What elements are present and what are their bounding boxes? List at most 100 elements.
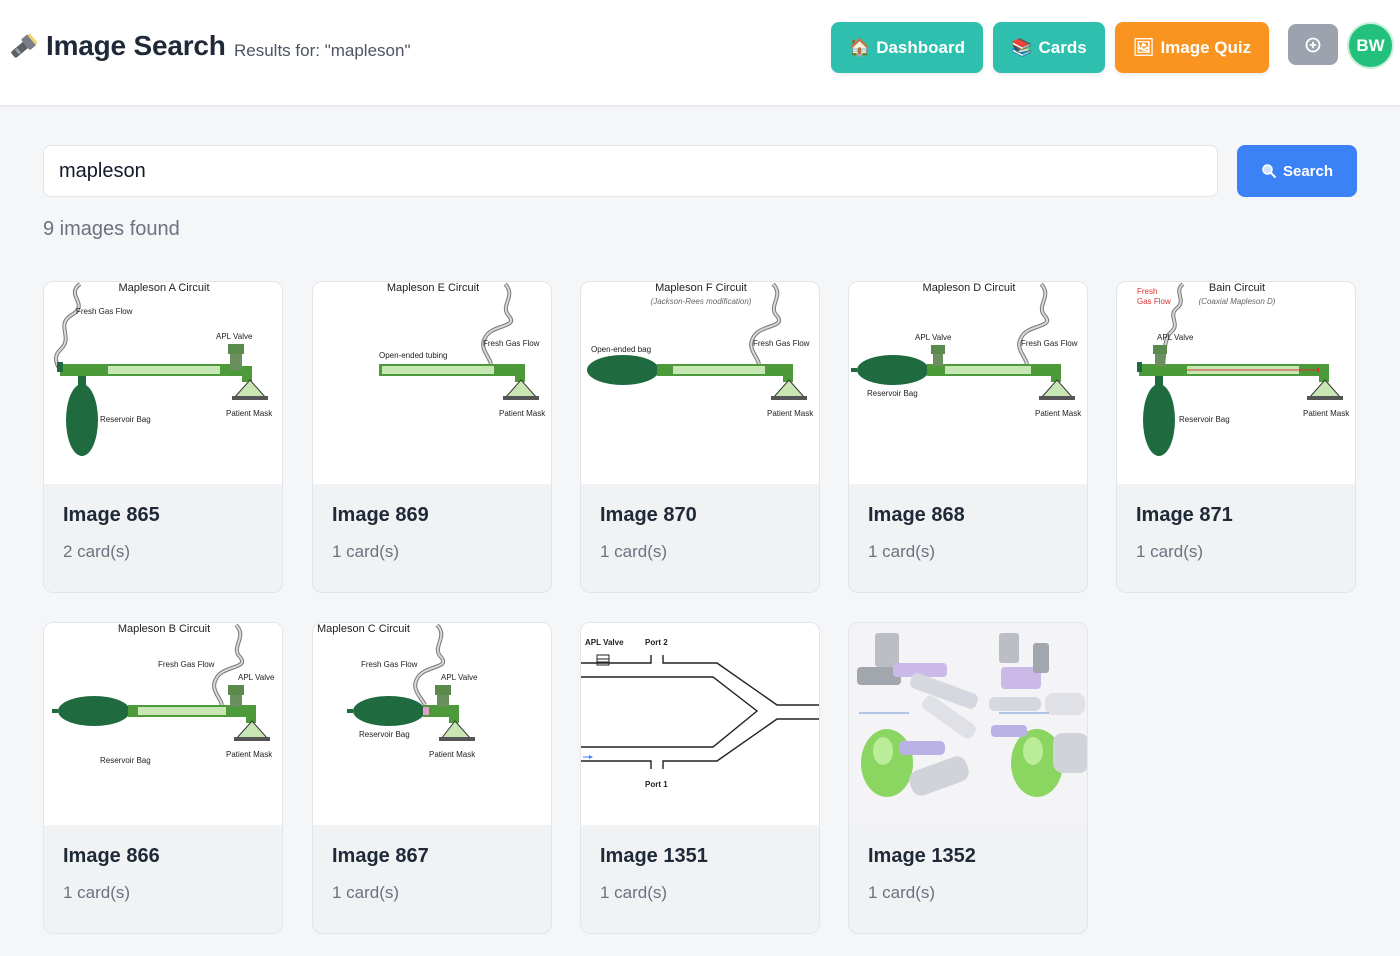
svg-text:Reservoir Bag: Reservoir Bag <box>100 756 151 765</box>
card-count: 1 card(s) <box>1136 542 1204 561</box>
svg-text:Mapleson B Circuit: Mapleson B Circuit <box>118 623 210 635</box>
svg-text:APL Valve: APL Valve <box>585 638 624 647</box>
svg-text:Fresh Gas Flow: Fresh Gas Flow <box>483 339 540 348</box>
card-title: Image 871 <box>1136 504 1233 526</box>
mapleson-a-diagram: Mapleson A Circuit Fresh Gas Flow APL Va… <box>53 282 273 456</box>
plus-circle-icon <box>1305 37 1321 52</box>
cards-label: Cards <box>1038 37 1087 57</box>
svg-text:(Coaxial Mapleson D): (Coaxial Mapleson D) <box>1199 297 1276 306</box>
cards-button[interactable]: 📚 Cards <box>993 22 1105 73</box>
search-button-label: Search <box>1282 162 1334 180</box>
card-title: Image 1351 <box>600 845 708 867</box>
svg-text:Mapleson D Circuit: Mapleson D Circuit <box>923 282 1016 294</box>
card-title: Image 1352 <box>868 845 976 867</box>
top-header: Image Search Results for: "mapleson" 🏠 D… <box>0 0 1400 106</box>
search-button[interactable]: Search <box>1237 145 1357 197</box>
mapleson-b-diagram: Mapleson B Circuit Fresh Gas Flow APL Va… <box>52 623 275 765</box>
image-card[interactable]: Mapleson C Circuit Fresh Gas Flow APL Va… <box>312 622 552 934</box>
image-card[interactable]: Mapleson F Circuit (Jackson-Rees modific… <box>580 281 820 593</box>
svg-text:Patient Mask: Patient Mask <box>1303 409 1350 418</box>
dashboard-button[interactable]: 🏠 Dashboard <box>831 22 983 73</box>
svg-text:Reservoir Bag: Reservoir Bag <box>100 415 151 424</box>
svg-text:Open-ended bag: Open-ended bag <box>591 345 651 354</box>
svg-text:(Jackson-Rees modification): (Jackson-Rees modification) <box>651 297 752 306</box>
svg-text:Port 1: Port 1 <box>645 780 668 789</box>
image-card[interactable]: Mapleson D Circuit Fresh Gas Flow APL Va… <box>848 281 1088 593</box>
card-title: Image 869 <box>332 504 429 526</box>
svg-text:Reservoir Bag: Reservoir Bag <box>359 730 410 739</box>
results-subtitle: Results for: "mapleson" <box>234 41 411 60</box>
card-thumbnail <box>849 623 1087 825</box>
card-thumbnail: Mapleson E Circuit Fresh Gas Flow Open-e… <box>313 282 551 484</box>
card-thumbnail: Bain Circuit (Coaxial Mapleson D) Fresh … <box>1117 282 1355 484</box>
svg-text:Patient Mask: Patient Mask <box>499 409 546 418</box>
card-title: Image 867 <box>332 845 429 867</box>
card-count: 1 card(s) <box>63 883 131 902</box>
svg-text:Fresh Gas Flow: Fresh Gas Flow <box>76 307 133 316</box>
card-thumbnail: Mapleson B Circuit Fresh Gas Flow APL Va… <box>44 623 282 825</box>
card-count: 1 card(s) <box>868 542 936 561</box>
card-thumbnail: Mapleson D Circuit Fresh Gas Flow APL Va… <box>849 282 1087 484</box>
card-count: 1 card(s) <box>332 542 400 561</box>
card-title: Image 868 <box>868 504 965 526</box>
svg-text:Fresh Gas Flow: Fresh Gas Flow <box>1021 339 1078 348</box>
search-input[interactable] <box>43 145 1218 197</box>
flashlight-icon <box>11 33 38 58</box>
card-title: Image 865 <box>63 504 160 526</box>
dashboard-label: Dashboard <box>876 37 965 57</box>
card-count: 2 card(s) <box>63 542 131 561</box>
picture-icon: 🖼 <box>1132 37 1155 57</box>
card-thumbnail: Mapleson C Circuit Fresh Gas Flow APL Va… <box>313 623 551 825</box>
svg-text:Mapleson E Circuit: Mapleson E Circuit <box>387 282 479 294</box>
svg-text:Port 2: Port 2 <box>645 638 668 647</box>
card-count: 1 card(s) <box>600 883 668 902</box>
svg-text:Reservoir Bag: Reservoir Bag <box>1179 415 1230 424</box>
image-card[interactable]: Mapleson A Circuit Fresh Gas Flow APL Va… <box>43 281 283 593</box>
card-title: Image 866 <box>63 845 160 867</box>
user-avatar[interactable]: BW <box>1347 22 1394 69</box>
add-button[interactable] <box>1288 24 1338 65</box>
results-count: 9 images found <box>43 218 180 240</box>
image-card[interactable]: Mapleson E Circuit Fresh Gas Flow Open-e… <box>312 281 552 593</box>
mapleson-c-diagram: Mapleson C Circuit Fresh Gas Flow APL Va… <box>317 623 478 759</box>
ports-diagram: APL Valve Port 2 Port 1 <box>581 638 819 789</box>
svg-text:Fresh Gas Flow: Fresh Gas Flow <box>753 339 810 348</box>
card-count: 1 card(s) <box>868 883 936 902</box>
svg-text:Reservoir Bag: Reservoir Bag <box>867 389 918 398</box>
svg-text:Patient Mask: Patient Mask <box>226 409 273 418</box>
image-quiz-label: Image Quiz <box>1160 37 1252 57</box>
image-card[interactable]: APL Valve Port 2 Port 1 Image 1351 1 car… <box>580 622 820 934</box>
svg-text:Patient Mask: Patient Mask <box>429 750 476 759</box>
image-quiz-button[interactable]: 🖼 Image Quiz <box>1115 22 1269 73</box>
card-title: Image 870 <box>600 504 697 526</box>
svg-text:Patient Mask: Patient Mask <box>767 409 814 418</box>
svg-text:APL Valve: APL Valve <box>915 333 952 342</box>
bain-circuit-diagram: Bain Circuit (Coaxial Mapleson D) Fresh … <box>1137 282 1350 456</box>
svg-text:Fresh Gas Flow: Fresh Gas Flow <box>158 660 215 669</box>
card-thumbnail: Mapleson F Circuit (Jackson-Rees modific… <box>581 282 819 484</box>
card-count: 1 card(s) <box>600 542 668 561</box>
image-card[interactable]: Bain Circuit (Coaxial Mapleson D) Fresh … <box>1116 281 1356 593</box>
svg-text:APL Valve: APL Valve <box>1157 333 1194 342</box>
svg-text:Mapleson F Circuit: Mapleson F Circuit <box>655 282 747 294</box>
svg-text:APL Valve: APL Valve <box>238 673 275 682</box>
svg-text:Fresh: Fresh <box>1137 287 1157 296</box>
svg-text:APL Valve: APL Valve <box>441 673 478 682</box>
image-card[interactable]: Image 1352 1 card(s) <box>848 622 1088 934</box>
mapleson-e-diagram: Mapleson E Circuit Fresh Gas Flow Open-e… <box>379 282 546 418</box>
house-icon: 🏠 <box>849 37 871 57</box>
svg-text:Gas Flow: Gas Flow <box>1137 297 1171 306</box>
svg-text:Patient Mask: Patient Mask <box>226 750 273 759</box>
mapleson-d-diagram: Mapleson D Circuit Fresh Gas Flow APL Va… <box>851 282 1082 418</box>
mapleson-f-diagram: Mapleson F Circuit (Jackson-Rees modific… <box>587 282 814 418</box>
svg-text:APL Valve: APL Valve <box>216 332 253 341</box>
svg-text:Open-ended tubing: Open-ended tubing <box>379 351 448 360</box>
card-thumbnail: Mapleson A Circuit Fresh Gas Flow APL Va… <box>44 282 282 484</box>
card-count: 1 card(s) <box>332 883 400 902</box>
search-icon <box>1262 164 1277 179</box>
svg-text:Mapleson C Circuit: Mapleson C Circuit <box>317 623 410 635</box>
circuit-illustration <box>849 623 1087 825</box>
card-thumbnail: APL Valve Port 2 Port 1 <box>581 623 819 825</box>
image-card[interactable]: Mapleson B Circuit Fresh Gas Flow APL Va… <box>43 622 283 934</box>
books-icon: 📚 <box>1011 37 1033 57</box>
